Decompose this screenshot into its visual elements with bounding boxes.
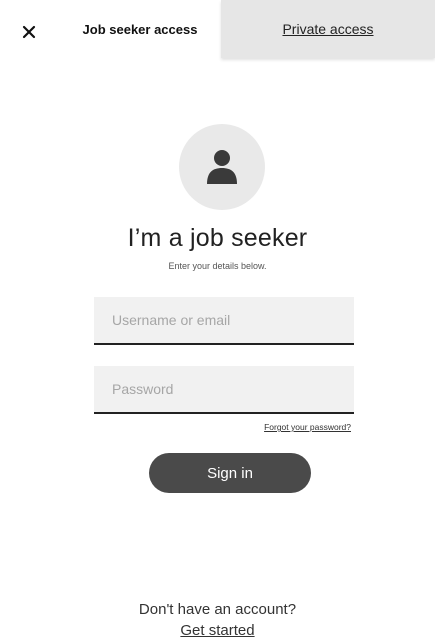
page-title: I’m a job seeker [127, 224, 308, 252]
close-button[interactable] [16, 19, 42, 45]
close-icon [22, 25, 36, 39]
get-started-link[interactable]: Get started [180, 622, 254, 639]
forgot-password-link[interactable]: Forgot your password? [264, 422, 351, 432]
login-screen: Job seeker access Private access I’m a j… [0, 0, 435, 641]
tab-private-access-label: Private access [282, 21, 374, 37]
sign-in-button[interactable]: Sign in [149, 453, 311, 493]
person-icon [207, 150, 237, 184]
avatar [179, 124, 265, 210]
tab-job-seeker-access[interactable]: Job seeker access [60, 0, 220, 58]
password-input[interactable] [94, 366, 354, 412]
top-bar: Job seeker access Private access [0, 0, 435, 58]
no-account-text: Don't have an account? [138, 601, 297, 618]
get-started-row: Get started [0, 622, 435, 639]
username-input[interactable] [94, 297, 354, 343]
username-field [94, 297, 354, 345]
tab-private-access[interactable]: Private access [221, 0, 435, 58]
tab-job-seeker-access-label: Job seeker access [82, 21, 198, 37]
page-subtitle: Enter your details below. [168, 261, 267, 271]
password-field [94, 366, 354, 414]
